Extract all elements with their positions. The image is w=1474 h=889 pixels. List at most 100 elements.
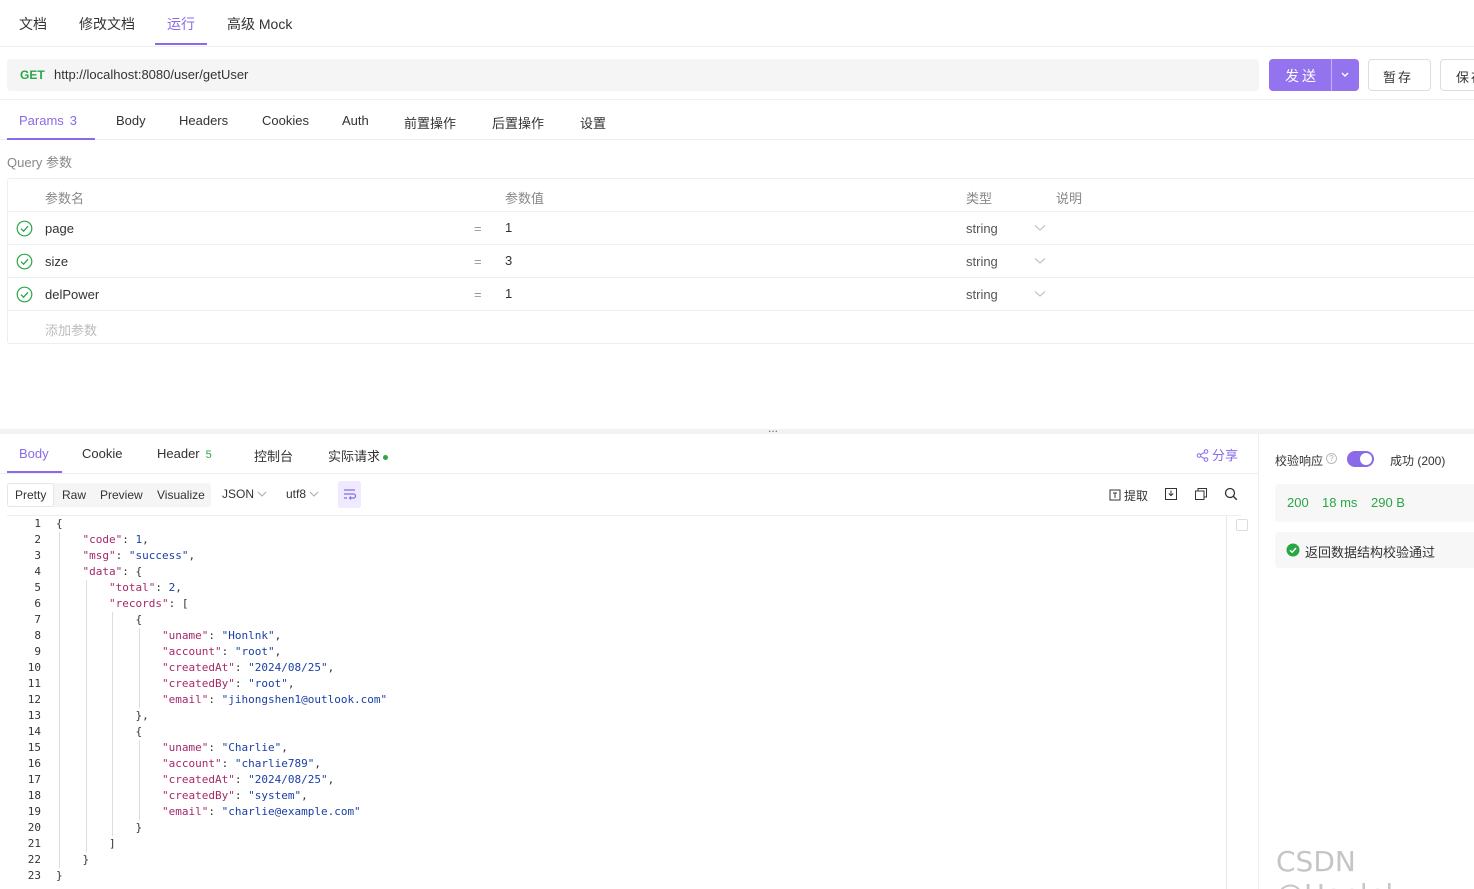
param-type[interactable]: string [966, 287, 998, 302]
line-number: 16 [27, 757, 41, 770]
view-preview[interactable]: Preview [100, 483, 143, 507]
validate-toggle[interactable] [1347, 451, 1374, 467]
param-type[interactable]: string [966, 221, 998, 236]
param-name[interactable]: page [45, 221, 74, 236]
tab-edit-docs[interactable]: 修改文档 [79, 14, 135, 34]
tab-response-cookie[interactable]: Cookie [82, 446, 122, 461]
tab-settings[interactable]: 设置 [580, 113, 606, 132]
tab-auth[interactable]: Auth [342, 113, 369, 128]
copy-icon[interactable] [1194, 487, 1208, 501]
chevron-down-icon[interactable] [1034, 257, 1046, 265]
line-number: 2 [34, 533, 41, 546]
line-number: 14 [27, 725, 41, 738]
json-value: "charlie@example.com" [221, 805, 361, 818]
tab-headers[interactable]: Headers [179, 113, 228, 128]
response-body-viewer[interactable]: 1 2 3 4 5 6 7 8 9 10 11 12 13 14 15 16 17 18 19 20 21 22 23 {"… [7, 515, 1248, 889]
check-circle-icon[interactable] [16, 253, 33, 270]
param-name[interactable]: delPower [45, 287, 99, 302]
format-select[interactable]: JSON [222, 487, 267, 501]
view-visualize[interactable]: Visualize [157, 483, 205, 507]
tab-post-processors[interactable]: 后置操作 [492, 113, 544, 132]
url-input[interactable]: http://localhost:8080/user/getUser [54, 67, 248, 82]
tab-response-header[interactable]: Header 5 [157, 446, 212, 461]
line-number: 19 [27, 805, 41, 818]
check-circle-icon[interactable] [16, 286, 33, 303]
line-number: 13 [27, 709, 41, 722]
code-line: "createdBy": "root", [162, 677, 295, 690]
code-line: ] [109, 837, 116, 850]
chevron-down-icon[interactable] [1335, 67, 1355, 83]
extract-button[interactable]: 提取 [1109, 487, 1148, 504]
status-dot [383, 455, 389, 461]
word-wrap-button[interactable] [338, 481, 361, 508]
code-line: { [56, 517, 63, 530]
share-button[interactable]: 分享 [1196, 445, 1238, 464]
tab-response-body[interactable]: Body [19, 446, 49, 461]
tab-run[interactable]: 运行 [167, 14, 195, 34]
validation-status[interactable]: 成功 (200) [1390, 452, 1445, 469]
tab-console[interactable]: 控制台 [254, 446, 293, 465]
param-value[interactable]: 1 [505, 286, 512, 301]
save-button[interactable]: 保存 [1440, 59, 1474, 91]
tab-advanced-mock[interactable]: 高级 Mock [227, 14, 292, 34]
line-number: 6 [34, 597, 41, 610]
json-key: "email" [162, 805, 209, 818]
help-icon[interactable]: ? [1326, 453, 1337, 464]
view-raw[interactable]: Raw [62, 483, 86, 507]
chevron-down-icon [309, 491, 319, 497]
param-name[interactable]: size [45, 254, 68, 269]
splitter-handle[interactable]: ... [768, 421, 778, 435]
code-line: "createdBy": "system", [162, 789, 308, 802]
json-value: "root" [234, 645, 275, 658]
json-value: "2024/08/25" [248, 661, 328, 674]
url-bar[interactable]: GET http://localhost:8080/user/getUser [7, 59, 1259, 91]
tab-body[interactable]: Body [116, 113, 146, 128]
json-value: "root" [248, 677, 288, 690]
chevron-down-icon[interactable] [1034, 224, 1046, 232]
download-icon[interactable] [1164, 487, 1178, 501]
search-icon[interactable] [1224, 487, 1238, 501]
tab-pre-processors[interactable]: 前置操作 [404, 113, 456, 132]
tab-docs[interactable]: 文档 [19, 14, 47, 34]
tab-actual-request[interactable]: 实际请求 [328, 446, 389, 465]
format-select-value: JSON [222, 487, 255, 501]
code-line: "account": "root", [162, 645, 282, 658]
active-tab-indicator [155, 43, 207, 45]
tab-params[interactable]: Params 3 [19, 113, 77, 128]
code-line: "createdAt": "2024/08/25", [162, 661, 335, 674]
save-temp-button[interactable]: 暂存 [1368, 59, 1431, 91]
equals-sign: = [474, 287, 482, 302]
code-line: } [135, 821, 143, 834]
json-key: "msg" [82, 549, 116, 562]
chevron-down-icon[interactable] [1034, 290, 1046, 298]
json-key: "code" [82, 533, 123, 546]
line-number: 9 [34, 645, 41, 658]
tab-cookies[interactable]: Cookies [262, 113, 309, 128]
json-value: "charlie789" [234, 757, 315, 770]
send-button[interactable]: 发送 [1269, 59, 1359, 91]
scrollbar-thumb[interactable] [1236, 519, 1248, 531]
line-number: 15 [27, 741, 41, 754]
line-number: 4 [34, 565, 41, 578]
line-number: 17 [27, 773, 41, 786]
json-value: "2024/08/25" [248, 773, 328, 786]
param-value[interactable]: 3 [505, 253, 512, 268]
vertical-scrollbar[interactable] [1226, 516, 1241, 889]
code-line: } [82, 853, 90, 866]
view-pretty[interactable]: Pretty [7, 483, 55, 507]
http-method[interactable]: GET [20, 68, 45, 82]
code-line: } [56, 869, 63, 882]
validation-message: 返回数据结构校验通过 [1305, 545, 1436, 560]
add-param-input[interactable]: 添加参数 [45, 320, 97, 339]
code-line: "records": [ [109, 597, 189, 610]
json-key: "records" [109, 597, 169, 610]
code-line: }, [135, 709, 149, 722]
param-value[interactable]: 1 [505, 220, 512, 235]
response-size: 290 B [1371, 495, 1405, 510]
check-circle-icon[interactable] [16, 220, 33, 237]
line-number: 20 [27, 821, 41, 834]
param-type[interactable]: string [966, 254, 998, 269]
tab-response-header-label: Header [157, 446, 200, 461]
encoding-select[interactable]: utf8 [286, 487, 319, 501]
table-row: page = 1 string [8, 212, 1474, 245]
